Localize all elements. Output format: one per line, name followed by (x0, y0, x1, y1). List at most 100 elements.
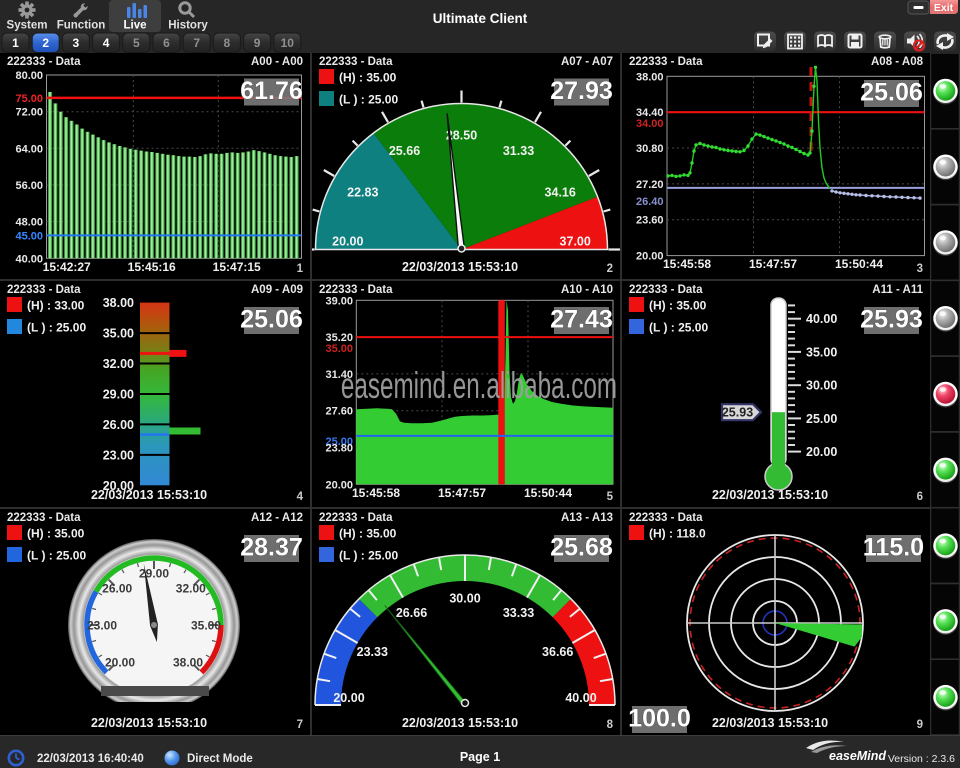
svg-text:22.83: 22.83 (347, 186, 378, 200)
svg-text:15:50:44: 15:50:44 (524, 486, 572, 500)
svg-text:27.43: 27.43 (550, 306, 613, 334)
svg-text:222333 - Data: 222333 - Data (319, 284, 393, 296)
svg-text:222333 - Data: 222333 - Data (319, 512, 393, 524)
svg-text:easeMind: easeMind (829, 749, 886, 763)
svg-text:35.00: 35.00 (191, 619, 221, 633)
svg-text:(L ) : 25.00: (L ) : 25.00 (339, 93, 398, 107)
svg-text:15:42:27: 15:42:27 (43, 260, 91, 274)
svg-text:25.06: 25.06 (860, 79, 923, 107)
svg-text:25.93: 25.93 (860, 306, 923, 334)
svg-text:3: 3 (73, 36, 80, 50)
svg-text:15:45:58: 15:45:58 (663, 257, 711, 271)
svg-text:40.00: 40.00 (806, 312, 837, 326)
svg-text:35.00: 35.00 (103, 327, 134, 341)
svg-text:2: 2 (607, 263, 613, 275)
svg-text:222333 - Data: 222333 - Data (629, 512, 703, 524)
svg-text:22/03/2013 15:53:10: 22/03/2013 15:53:10 (712, 488, 828, 502)
svg-text:100.0: 100.0 (628, 705, 691, 733)
svg-text:2: 2 (42, 36, 49, 50)
svg-text:20.00: 20.00 (325, 479, 353, 491)
svg-text:25.00: 25.00 (806, 412, 837, 426)
svg-text:29.00: 29.00 (103, 388, 134, 402)
svg-text:222333 - Data: 222333 - Data (7, 512, 81, 524)
svg-text:27.60: 27.60 (325, 406, 353, 418)
svg-text:23.33: 23.33 (357, 645, 388, 659)
svg-text:32.00: 32.00 (103, 357, 134, 371)
svg-text:6: 6 (917, 491, 923, 503)
svg-text:34.00: 34.00 (636, 118, 664, 130)
svg-text:A00 - A00: A00 - A00 (251, 56, 303, 68)
svg-text:33.33: 33.33 (503, 606, 534, 620)
svg-text:Function: Function (57, 20, 106, 32)
svg-text:222333 - Data: 222333 - Data (319, 56, 393, 68)
svg-text:Live: Live (123, 20, 146, 32)
svg-text:System: System (7, 20, 48, 32)
svg-text:15:45:16: 15:45:16 (128, 260, 176, 274)
svg-text:45.00: 45.00 (15, 230, 43, 242)
svg-text:5: 5 (607, 491, 614, 503)
svg-text:(L ) : 25.00: (L ) : 25.00 (27, 549, 86, 563)
svg-text:(H) : 35.00: (H) : 35.00 (339, 71, 397, 85)
svg-text:4: 4 (297, 491, 304, 503)
svg-text:26.00: 26.00 (102, 582, 132, 596)
svg-text:8: 8 (607, 719, 614, 731)
svg-text:25.06: 25.06 (240, 306, 303, 334)
svg-text:3: 3 (917, 263, 923, 275)
svg-text:23.00: 23.00 (87, 619, 117, 633)
svg-text:30.80: 30.80 (636, 143, 664, 155)
svg-text:9: 9 (254, 36, 261, 50)
svg-text:35.00: 35.00 (806, 345, 837, 359)
svg-text:222333 - Data: 222333 - Data (7, 284, 81, 296)
svg-text:A07 - A07: A07 - A07 (561, 56, 613, 68)
svg-text:222333 - Data: 222333 - Data (629, 284, 703, 296)
svg-text:(H) : 35.00: (H) : 35.00 (339, 527, 397, 541)
svg-text:38.00: 38.00 (103, 296, 134, 310)
svg-text:20.00: 20.00 (333, 691, 364, 705)
svg-text:32.00: 32.00 (176, 582, 206, 596)
svg-text:A13 - A13: A13 - A13 (561, 512, 613, 524)
svg-text:20.00: 20.00 (105, 656, 135, 670)
svg-text:56.00: 56.00 (15, 180, 43, 192)
svg-text:23.00: 23.00 (103, 448, 134, 462)
svg-text:(H) : 33.00: (H) : 33.00 (27, 299, 85, 313)
svg-text:29.00: 29.00 (139, 567, 169, 581)
svg-text:22/03/2013 16:40:40: 22/03/2013 16:40:40 (37, 753, 144, 765)
svg-text:48.00: 48.00 (15, 217, 43, 229)
svg-text:6: 6 (163, 36, 170, 50)
svg-text:A11 - A11: A11 - A11 (872, 284, 923, 296)
svg-text:38.00: 38.00 (636, 71, 664, 83)
svg-text:4: 4 (103, 36, 110, 50)
svg-text:75.00: 75.00 (15, 93, 43, 105)
svg-text:15:45:58: 15:45:58 (352, 486, 400, 500)
svg-text:Direct Mode: Direct Mode (187, 753, 253, 765)
svg-text:Version : 2.3.6: Version : 2.3.6 (888, 753, 955, 765)
svg-text:26.00: 26.00 (103, 418, 134, 432)
svg-text:22/03/2013 15:53:10: 22/03/2013 15:53:10 (91, 488, 207, 502)
svg-text:Exit: Exit (934, 2, 954, 14)
svg-text:36.66: 36.66 (542, 645, 573, 659)
svg-text:25.93: 25.93 (722, 406, 753, 420)
svg-text:40.00: 40.00 (15, 253, 43, 265)
svg-text:64.00: 64.00 (15, 143, 43, 155)
svg-text:(L ) : 25.00: (L ) : 25.00 (649, 321, 708, 335)
svg-text:A10 - A10: A10 - A10 (561, 284, 613, 296)
svg-text:34.16: 34.16 (545, 186, 576, 200)
svg-text:23.80: 23.80 (325, 443, 353, 455)
svg-text:A09 - A09: A09 - A09 (251, 284, 303, 296)
svg-text:27.93: 27.93 (550, 77, 613, 105)
svg-text:22/03/2013 15:53:10: 22/03/2013 15:53:10 (402, 260, 518, 274)
svg-text:15:47:57: 15:47:57 (749, 257, 797, 271)
svg-text:72.00: 72.00 (15, 107, 43, 119)
svg-text:22/03/2013 15:53:10: 22/03/2013 15:53:10 (91, 716, 207, 730)
svg-text:61.76: 61.76 (240, 77, 303, 105)
svg-text:(H) : 35.00: (H) : 35.00 (649, 299, 707, 313)
svg-text:20.00: 20.00 (636, 251, 664, 263)
svg-text:A12 - A12: A12 - A12 (251, 512, 303, 524)
svg-text:26.66: 26.66 (396, 606, 427, 620)
svg-text:38.00: 38.00 (173, 656, 203, 670)
svg-text:30.00: 30.00 (449, 592, 480, 606)
svg-text:115.0: 115.0 (863, 534, 924, 562)
svg-text:25.68: 25.68 (550, 534, 613, 562)
svg-text:15:47:15: 15:47:15 (213, 260, 261, 274)
svg-text:(L ) : 25.00: (L ) : 25.00 (339, 549, 398, 563)
